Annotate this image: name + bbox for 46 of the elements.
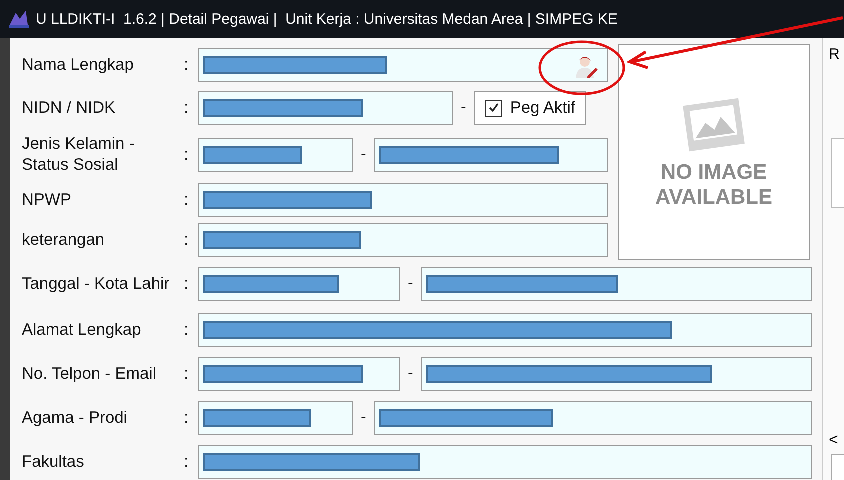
peg-aktif-checkbox[interactable]: Peg Aktif — [474, 91, 586, 125]
separator: - — [408, 275, 414, 293]
input-field[interactable] — [374, 138, 608, 172]
input-field[interactable] — [198, 183, 608, 217]
input-field[interactable] — [198, 138, 353, 172]
colon: : — [184, 364, 190, 384]
field-label: Jenis Kelamin - Status Sosial — [21, 134, 136, 176]
field-label: Fakultas — [21, 452, 86, 472]
no-image-text: NO IMAGE AVAILABLE — [654, 160, 774, 210]
check-icon — [488, 102, 500, 114]
app-icon — [8, 9, 30, 29]
separator: - — [408, 365, 414, 383]
input-field[interactable] — [198, 357, 400, 391]
input-field[interactable] — [198, 313, 812, 347]
input-field[interactable] — [198, 91, 453, 125]
input-field[interactable] — [198, 223, 608, 257]
colon: : — [184, 145, 190, 165]
separator: - — [361, 146, 366, 164]
scroll-left-button[interactable]: < — [829, 430, 844, 452]
input-field[interactable] — [198, 48, 608, 82]
colon: : — [184, 320, 190, 340]
separator: - — [361, 409, 366, 427]
input-field[interactable] — [198, 445, 812, 479]
colon: : — [184, 230, 190, 250]
colon: : — [184, 190, 190, 210]
separator: - — [461, 99, 466, 117]
field-label: NPWP — [21, 190, 72, 210]
colon: : — [184, 98, 190, 118]
field-label: No. Telpon - Email — [21, 364, 158, 384]
panel-label: R — [829, 46, 840, 63]
colon: : — [184, 408, 190, 428]
input-field[interactable] — [374, 401, 812, 435]
colon: : — [184, 274, 190, 294]
input-field[interactable] — [198, 401, 353, 435]
field-label: NIDN / NIDK — [21, 98, 117, 118]
input-field[interactable] — [421, 357, 812, 391]
input-field[interactable] — [198, 267, 400, 301]
colon: : — [184, 452, 190, 472]
field-label: Alamat Lengkap — [21, 320, 142, 340]
input-field[interactable] — [421, 267, 812, 301]
field-label: Tanggal - Kota Lahir — [21, 274, 171, 294]
field-label: Nama Lengkap — [21, 54, 135, 76]
field-label: Agama - Prodi — [21, 408, 128, 428]
field-label: keterangan — [21, 230, 106, 250]
window-title: U LLDIKTI-I 1.6.2 | Detail Pegawai | Unit Kerja : Universitas Medan Area | SIMPEG KE — [36, 10, 618, 28]
colon: : — [184, 55, 190, 75]
